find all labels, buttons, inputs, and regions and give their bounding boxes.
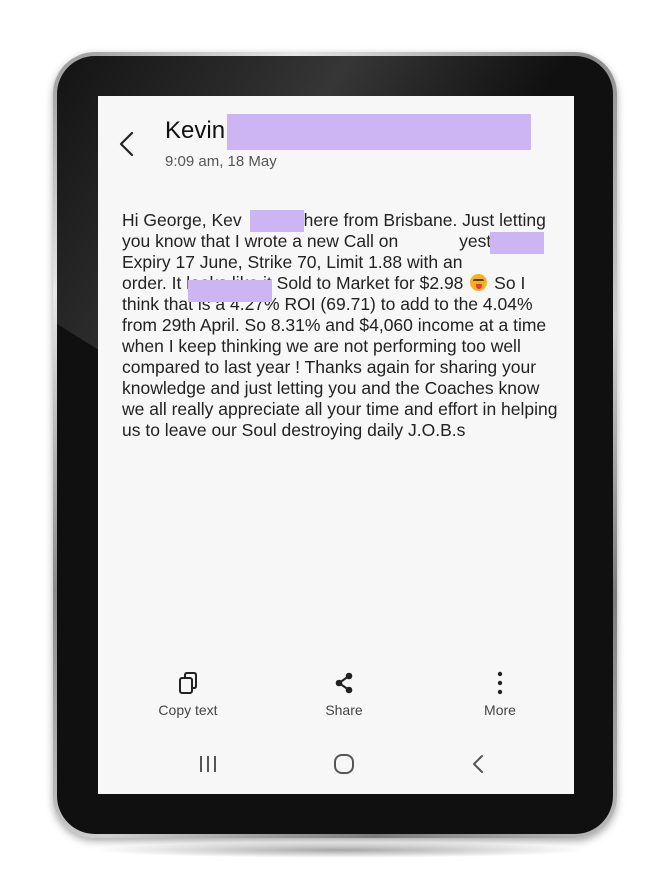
message-text-part: Hi George, Kev <box>122 210 242 230</box>
share-button[interactable]: Share <box>294 670 394 718</box>
more-label: More <box>484 702 516 718</box>
redaction-bar <box>188 280 272 302</box>
back-button[interactable] <box>116 130 140 158</box>
message-text-part: order. It looks like it Sold to Market f… <box>122 273 464 293</box>
nav-back-button[interactable] <box>448 744 508 784</box>
copy-text-button[interactable]: Copy text <box>138 670 238 718</box>
winking-tongue-emoji <box>470 274 488 291</box>
share-label: Share <box>325 702 363 718</box>
share-icon <box>335 672 353 694</box>
message-screen: Kevin 9:09 am, 18 May Hi George, Kev here… <box>98 96 574 794</box>
redaction-bar <box>250 210 304 232</box>
home-icon <box>334 754 354 774</box>
more-button[interactable]: More <box>450 670 550 718</box>
device-shadow <box>90 842 590 858</box>
chevron-left-icon <box>119 131 134 157</box>
message-timestamp: 9:09 am, 18 May <box>165 153 277 170</box>
nav-back-icon <box>473 755 483 773</box>
redacted-surname <box>227 114 531 150</box>
copy-text-label: Copy text <box>158 702 218 718</box>
home-button[interactable] <box>314 744 374 784</box>
more-vertical-icon <box>497 671 503 695</box>
recent-apps-icon <box>200 756 216 772</box>
contact-name: Kevin <box>165 117 226 144</box>
redaction-bar <box>490 232 544 254</box>
recent-apps-button[interactable] <box>178 744 238 784</box>
copy-icon <box>179 672 197 694</box>
